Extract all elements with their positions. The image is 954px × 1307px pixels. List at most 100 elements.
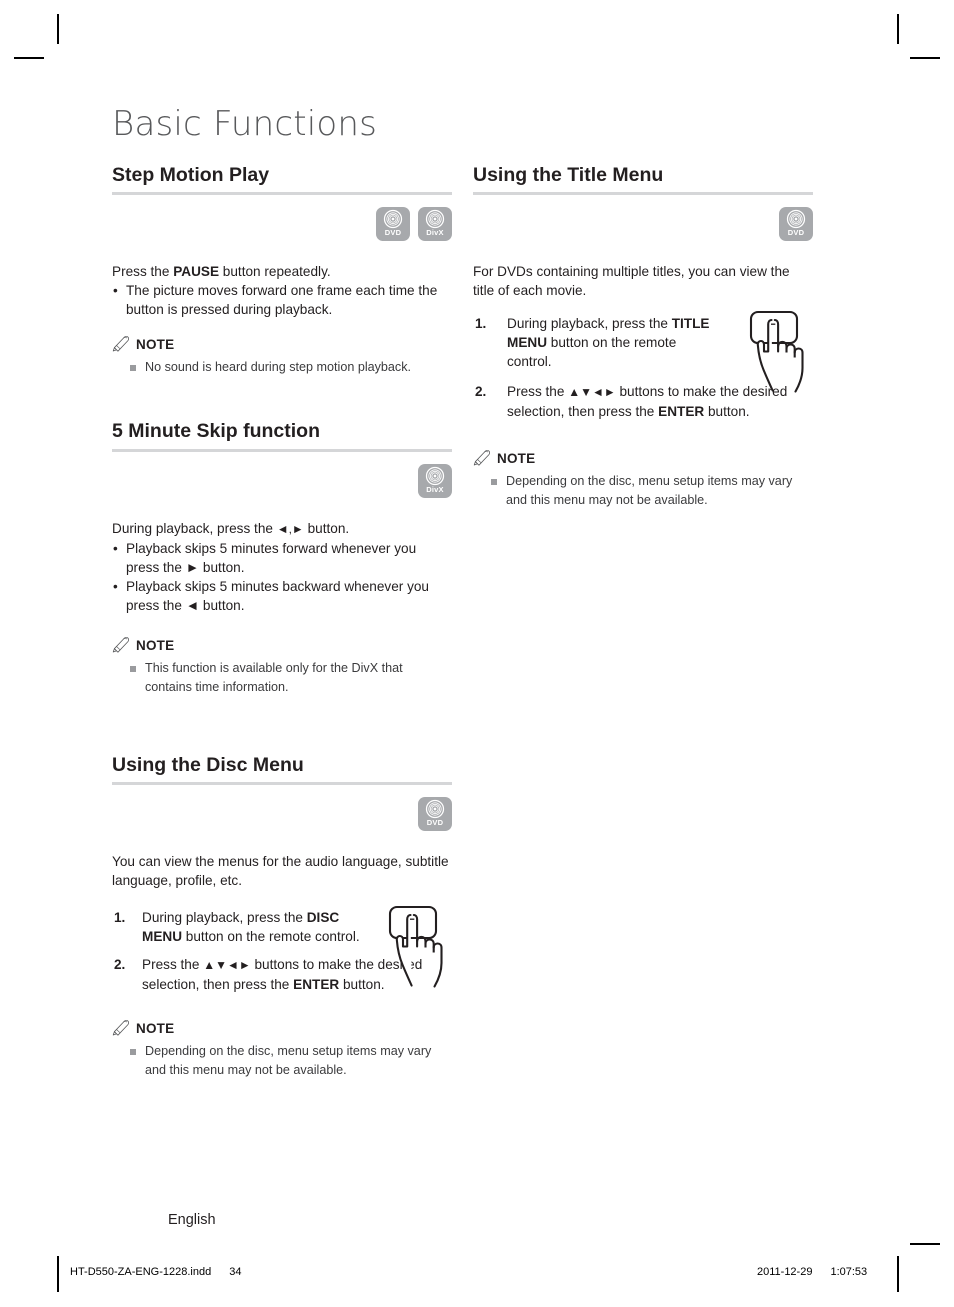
- crop-mark-top-left-vertical: [57, 14, 59, 44]
- footer-date: 2011-12-29: [757, 1266, 813, 1278]
- note-block: NOTE Depending on the disc, menu setup i…: [473, 450, 813, 510]
- section-lead-text: Press the PAUSE button repeatedly.: [112, 262, 452, 281]
- page-title: Basic Functions: [112, 104, 378, 144]
- bullet-item: Playback skips 5 minutes forward wheneve…: [112, 539, 452, 577]
- disc-icon: [425, 466, 445, 485]
- note-item: No sound is heard during step motion pla…: [112, 358, 452, 377]
- dvd-badge-label: DVD: [426, 818, 444, 828]
- section-heading: Using the Disc Menu: [112, 753, 304, 776]
- step-number: 2.: [475, 384, 487, 400]
- pencil-icon: [473, 450, 491, 467]
- step-bold: ENTER: [293, 977, 340, 993]
- step-number: 1.: [114, 910, 126, 926]
- section-divider: [112, 782, 452, 786]
- bullet-list: Playback skips 5 minutes forward wheneve…: [112, 539, 452, 615]
- step-pre: Press the: [507, 384, 569, 400]
- section-divider: [112, 448, 452, 452]
- media-badge-row: DivX: [112, 463, 452, 498]
- note-label: NOTE: [136, 1021, 175, 1037]
- step-pre: Press the: [142, 957, 204, 973]
- crop-mark-top-left-horizontal: [14, 57, 44, 59]
- hand-pressing-button-icon: [388, 906, 443, 988]
- section-using-the-title-menu: Using the Title Menu DVD For DVDs contai…: [473, 164, 813, 510]
- section-divider: [112, 192, 452, 196]
- crop-mark-bottom-right-vertical: [897, 1256, 899, 1292]
- section-lead-text: You can view the menus for the audio lan…: [112, 854, 449, 889]
- crop-mark-bottom-right-horizontal: [910, 1243, 940, 1245]
- divx-badge: DivX: [418, 463, 452, 498]
- step-pre: During playback, press the: [507, 316, 672, 332]
- note-label: NOTE: [136, 637, 175, 653]
- media-badge-row: DVD: [112, 797, 452, 832]
- note-list: No sound is heard during step motion pla…: [112, 358, 452, 377]
- note-item: Depending on the disc, menu setup items …: [112, 1042, 452, 1080]
- note-header: NOTE: [112, 636, 452, 653]
- bullet-list: The picture moves forward one frame each…: [112, 281, 452, 319]
- note-label: NOTE: [136, 337, 175, 353]
- section-heading: Step Motion Play: [112, 164, 270, 186]
- section-5-minute-skip: 5 Minute Skip function DivX During playb…: [112, 420, 452, 696]
- disc-icon: [425, 800, 445, 819]
- section-divider: [473, 192, 813, 196]
- section-lead-text: For DVDs containing multiple titles, you…: [473, 264, 790, 299]
- divx-badge: DivX: [418, 207, 452, 242]
- lead-bold: PAUSE: [173, 264, 220, 280]
- step-number: 1.: [475, 316, 487, 332]
- lead-pre: Press the: [112, 264, 174, 280]
- step-post: button on the remote control.: [182, 929, 360, 945]
- language-label: English: [168, 1212, 216, 1228]
- step-post: button.: [704, 404, 750, 420]
- step-number: 2.: [114, 957, 126, 973]
- note-list: This function is available only for the …: [112, 659, 452, 697]
- crop-mark-top-right-vertical: [897, 14, 899, 44]
- note-item: This function is available only for the …: [112, 659, 452, 697]
- note-header: NOTE: [112, 1020, 452, 1036]
- footer-timestamp: 2011-12-29 1:07:53: [757, 1266, 867, 1278]
- disc-icon: [786, 210, 806, 229]
- pencil-icon: [112, 336, 130, 353]
- note-label: NOTE: [497, 451, 536, 467]
- right-column: Using the Title Menu DVD For DVDs contai…: [473, 164, 813, 510]
- footer-time: 1:07:53: [830, 1266, 868, 1278]
- arrow-glyphs: ▲▼◄►: [203, 958, 251, 973]
- hand-pressing-button-icon: [749, 311, 804, 393]
- note-block: NOTE This function is available only for…: [112, 636, 452, 697]
- lead-post: button.: [303, 520, 350, 536]
- lead-post: button repeatedly.: [219, 264, 331, 280]
- arrow-glyphs: ◄,►: [276, 521, 304, 536]
- dvd-badge-label: DVD: [787, 228, 805, 238]
- step-pre: During playback, press the: [142, 910, 307, 926]
- media-badge-row: DVD: [473, 207, 813, 242]
- crop-mark-top-right-horizontal: [910, 57, 940, 59]
- note-header: NOTE: [473, 450, 813, 466]
- step-post: button.: [339, 977, 385, 993]
- section-using-the-disc-menu: Using the Disc Menu DVD You can view the…: [112, 754, 452, 1080]
- note-list: Depending on the disc, menu setup items …: [473, 472, 813, 510]
- arrow-glyphs: ▲▼◄►: [568, 385, 616, 400]
- bullet-item: Playback skips 5 minutes backward whenev…: [112, 577, 452, 615]
- pencil-icon: [112, 636, 130, 653]
- remote-button-press-illustration: [384, 905, 452, 996]
- pencil-icon: [112, 1020, 130, 1036]
- document-page: Basic Functions Step Motion Play DVD Div…: [0, 0, 954, 1307]
- crop-mark-bottom-left-vertical: [57, 1256, 59, 1292]
- section-lead-text: During playback, press the ◄,► button.: [112, 519, 452, 539]
- bullet-item: The picture moves forward one frame each…: [112, 281, 452, 319]
- section-step-motion-play: Step Motion Play DVD DivX Press the PAUS…: [112, 164, 452, 377]
- left-column: Step Motion Play DVD DivX Press the PAUS…: [112, 164, 452, 1080]
- remote-button-press-illustration: [745, 310, 813, 401]
- note-block: NOTE No sound is heard during step motio…: [112, 336, 452, 377]
- footer-page-number: 34: [229, 1266, 242, 1278]
- note-block: NOTE Depending on the disc, menu setup i…: [112, 1020, 452, 1080]
- section-heading: Using the Title Menu: [473, 164, 664, 186]
- dvd-badge: DVD: [418, 797, 452, 832]
- divx-badge-label: DivX: [426, 228, 444, 238]
- section-heading: 5 Minute Skip function: [112, 420, 320, 443]
- lead-pre: During playback, press the: [112, 520, 277, 536]
- footer-file-name: HT-D550-ZA-ENG-1228.indd: [70, 1266, 212, 1278]
- disc-icon: [383, 210, 403, 229]
- note-header: NOTE: [112, 336, 452, 352]
- footer-file-info: HT-D550-ZA-ENG-1228.indd 34: [70, 1266, 241, 1278]
- dvd-badge: DVD: [376, 207, 410, 242]
- step-bold: ENTER: [658, 404, 705, 420]
